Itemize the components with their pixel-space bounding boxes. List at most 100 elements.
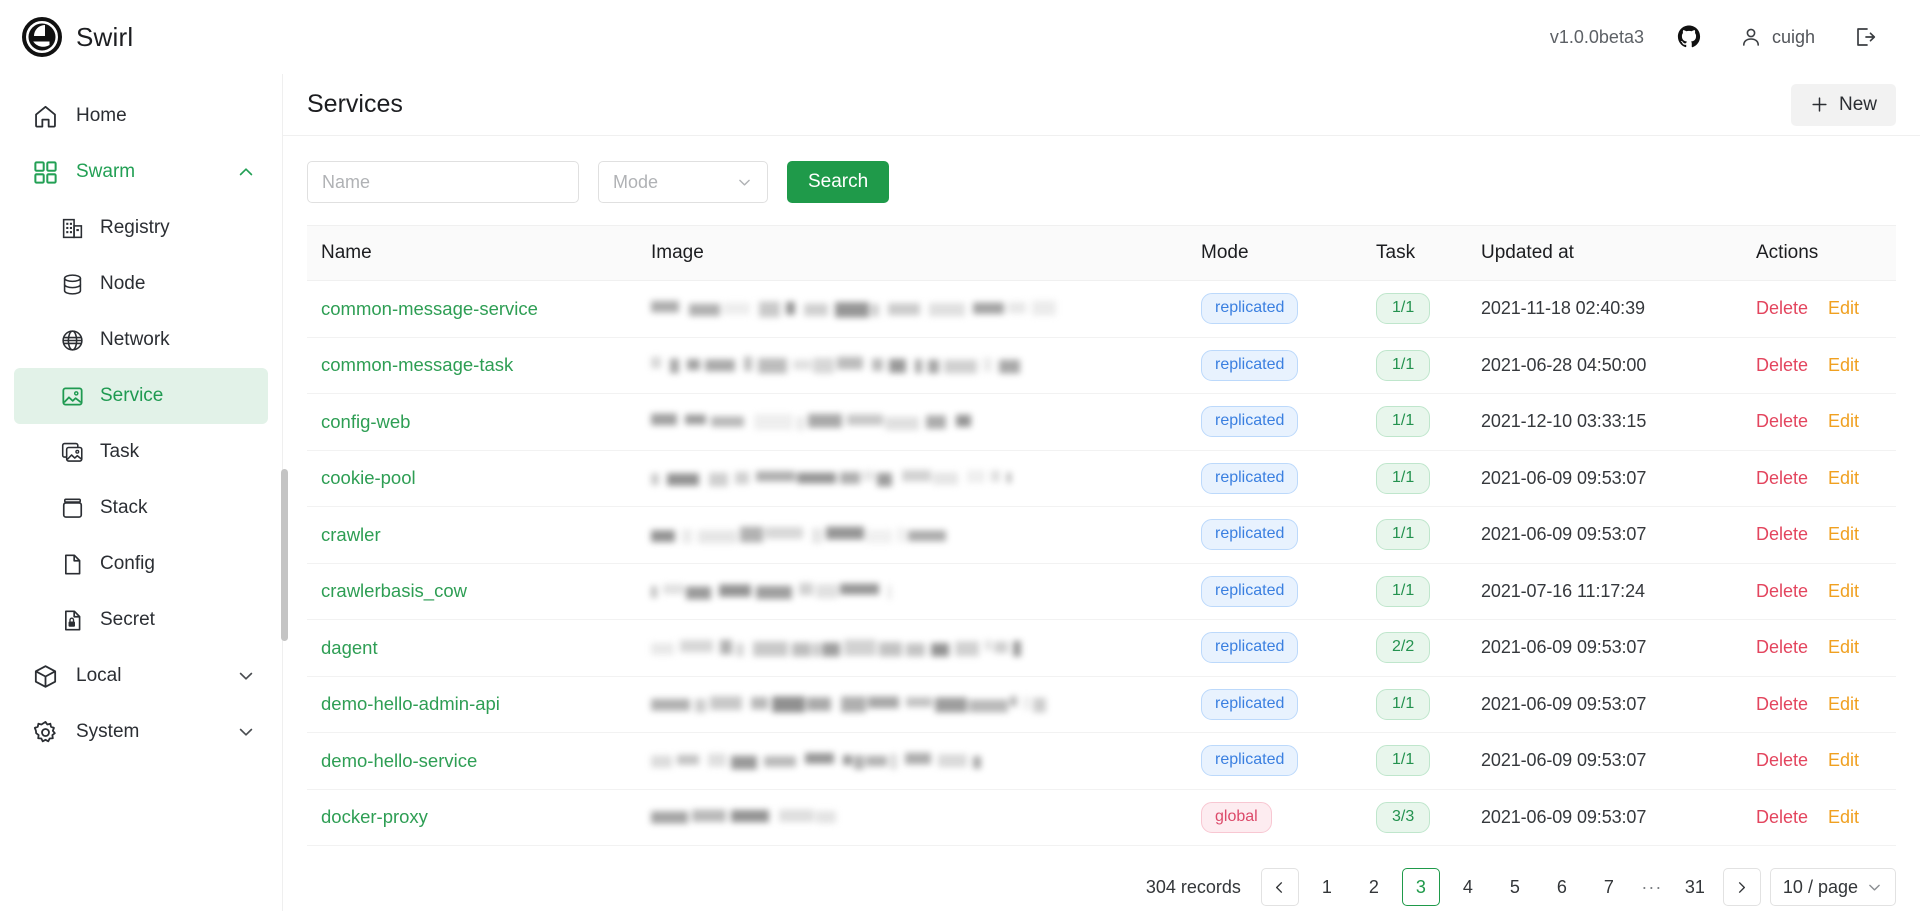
cell-actions: Delete Edit [1742,733,1896,790]
mode-badge: global [1201,802,1272,833]
page-size-select[interactable]: 10 / page [1770,868,1896,906]
search-button[interactable]: Search [787,161,889,203]
new-service-button[interactable]: New [1791,84,1896,126]
delete-link[interactable]: Delete [1756,524,1808,544]
delete-link[interactable]: Delete [1756,581,1808,601]
sidebar-item-home[interactable]: Home [14,88,268,144]
next-page-button[interactable] [1723,868,1761,906]
mode-select[interactable]: Mode [598,161,768,203]
logout-icon [1853,25,1877,49]
sidebar-item-label: Local [76,665,236,687]
edit-link[interactable]: Edit [1828,637,1859,657]
page-number-button[interactable]: 1 [1308,868,1346,906]
sidebar-item-label: Secret [100,609,268,631]
edit-link[interactable]: Edit [1828,355,1859,375]
cell-name: demo-hello-admin-api [307,676,637,733]
cell-name: docker-proxy [307,789,637,846]
service-name-link[interactable]: common-message-task [321,354,513,375]
table-row: cookie-pool replicated 1/1 2021-06-09 09… [307,450,1896,507]
service-name-link[interactable]: common-message-service [321,298,538,319]
sidebar-item-service[interactable]: Service [14,368,268,424]
cell-name: common-message-task [307,337,637,394]
delete-link[interactable]: Delete [1756,298,1808,318]
chevron-down-icon [236,666,256,686]
delete-link[interactable]: Delete [1756,355,1808,375]
service-name-link[interactable]: crawler [321,524,381,545]
image-value [651,338,1187,394]
cell-updated: 2021-06-09 09:53:07 [1467,620,1742,677]
page-number-button[interactable]: 2 [1355,868,1393,906]
service-name-link[interactable]: demo-hello-admin-api [321,693,500,714]
logout-button[interactable] [1834,17,1896,57]
cell-updated: 2021-06-28 04:50:00 [1467,337,1742,394]
page-number-button[interactable]: 31 [1676,868,1714,906]
building-icon [60,216,85,241]
delete-link[interactable]: Delete [1756,468,1808,488]
edit-link[interactable]: Edit [1828,468,1859,488]
edit-link[interactable]: Edit [1828,694,1859,714]
service-name-link[interactable]: docker-proxy [321,806,428,827]
edit-link[interactable]: Edit [1828,524,1859,544]
chevron-down-icon [736,174,753,191]
prev-page-button[interactable] [1261,868,1299,906]
sidebar-item-secret[interactable]: Secret [14,592,268,648]
table-row: demo-hello-admin-api replicated 1/1 2021… [307,676,1896,733]
github-icon [1677,25,1701,49]
service-name-link[interactable]: crawlerbasis_cow [321,580,467,601]
service-name-link[interactable]: cookie-pool [321,467,416,488]
brand[interactable]: Swirl [22,17,133,57]
page-number-button[interactable]: 6 [1543,868,1581,906]
column-header-task: Task [1362,226,1467,281]
table-header-row: Name Image Mode Task Updated at Actions [307,226,1896,281]
service-name-link[interactable]: dagent [321,637,378,658]
pagination-ellipsis: ··· [1637,877,1667,898]
page-number-button[interactable]: 5 [1496,868,1534,906]
gear-icon [32,719,59,746]
edit-link[interactable]: Edit [1828,750,1859,770]
sidebar-item-node[interactable]: Node [14,256,268,312]
page-number-button[interactable]: 4 [1449,868,1487,906]
sidebar-item-local[interactable]: Local [14,648,268,704]
version-label: v1.0.0beta3 [1550,27,1658,48]
table-row: config-web replicated 1/1 2021-12-10 03:… [307,394,1896,451]
page-number-button[interactable]: 7 [1590,868,1628,906]
globe-icon [60,328,85,353]
sidebar-item-network[interactable]: Network [14,312,268,368]
service-name-link[interactable]: config-web [321,411,410,432]
file-lock-icon [60,608,85,633]
grid-icon [32,159,59,186]
service-name-link[interactable]: demo-hello-service [321,750,477,771]
sidebar-item-task[interactable]: Task [14,424,268,480]
cell-image [637,337,1187,394]
image-value [651,620,1187,676]
sidebar-scrollbar-thumb[interactable] [281,469,288,641]
sidebar-item-registry[interactable]: Registry [14,200,268,256]
sidebar-item-swarm[interactable]: Swarm [14,144,268,200]
task-badge: 1/1 [1376,519,1430,550]
updated-at-value: 2021-07-16 11:17:24 [1481,581,1645,601]
username-label: cuigh [1772,27,1815,48]
edit-link[interactable]: Edit [1828,298,1859,318]
sidebar-item-stack[interactable]: Stack [14,480,268,536]
user-menu[interactable]: cuigh [1720,17,1834,57]
delete-link[interactable]: Delete [1756,694,1808,714]
delete-link[interactable]: Delete [1756,750,1808,770]
edit-link[interactable]: Edit [1828,581,1859,601]
file-icon [60,552,85,577]
brand-name: Swirl [76,22,133,53]
cell-task: 2/2 [1362,620,1467,677]
github-link[interactable] [1658,17,1720,57]
updated-at-value: 2021-06-09 09:53:07 [1481,524,1646,544]
updated-at-value: 2021-06-09 09:53:07 [1481,694,1646,714]
sidebar-item-config[interactable]: Config [14,536,268,592]
delete-link[interactable]: Delete [1756,637,1808,657]
delete-link[interactable]: Delete [1756,411,1808,431]
name-search-input[interactable] [307,161,579,203]
sidebar-item-system[interactable]: System [14,704,268,760]
delete-link[interactable]: Delete [1756,807,1808,827]
updated-at-value: 2021-06-09 09:53:07 [1481,807,1646,827]
edit-link[interactable]: Edit [1828,411,1859,431]
filter-toolbar: Mode Search [283,136,1920,225]
edit-link[interactable]: Edit [1828,807,1859,827]
page-number-button[interactable]: 3 [1402,868,1440,906]
